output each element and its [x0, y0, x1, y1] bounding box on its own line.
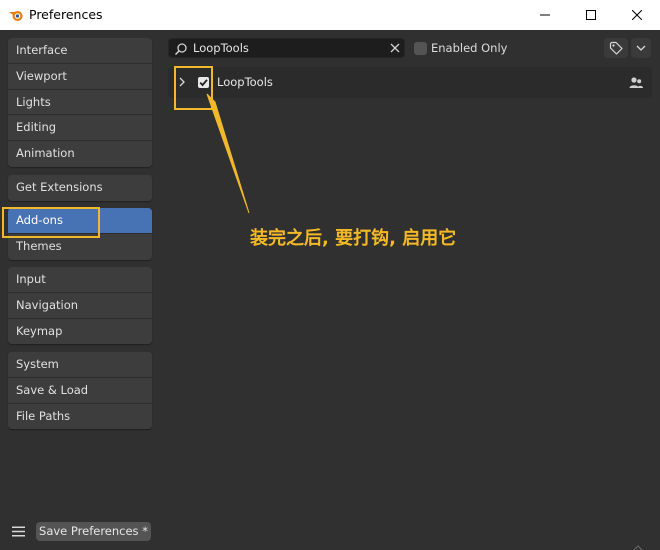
nav-group-extensions: Get Extensions	[8, 175, 152, 201]
maximize-button[interactable]	[568, 0, 614, 30]
enabled-only-label: Enabled Only	[431, 41, 508, 55]
chevron-down-icon	[636, 45, 646, 51]
nav-group-input: Input Navigation Keymap	[8, 267, 152, 345]
users-icon	[629, 77, 643, 88]
sidebar-item-save-load[interactable]: Save & Load	[8, 377, 152, 404]
close-icon[interactable]	[389, 42, 401, 54]
annotation-highlight-checkbox	[174, 66, 213, 110]
sidebar-item-viewport[interactable]: Viewport	[8, 63, 152, 90]
minimize-button[interactable]	[522, 0, 568, 30]
enabled-only-checkbox[interactable]	[414, 41, 427, 55]
sidebar-item-lights[interactable]: Lights	[8, 89, 152, 116]
preferences-menu-button[interactable]	[8, 522, 28, 541]
close-icon	[632, 10, 642, 20]
maximize-icon	[586, 10, 596, 20]
addon-name: LoopTools	[217, 75, 273, 89]
sidebar-item-file-paths[interactable]: File Paths	[8, 403, 152, 430]
hamburger-menu-icon	[11, 526, 25, 537]
nav-group-general: Interface Viewport Lights Editing Animat…	[8, 38, 152, 167]
sidebar-item-system[interactable]: System	[8, 352, 152, 378]
blender-logo-icon	[9, 11, 23, 21]
annotation-highlight-addons	[2, 207, 100, 238]
sidebar-item-input[interactable]: Input	[8, 267, 152, 293]
addon-row-looptools: LoopTools	[168, 67, 652, 98]
title-bar: Preferences	[0, 0, 660, 30]
sidebar-item-interface[interactable]: Interface	[8, 38, 152, 64]
tag-icon	[609, 41, 623, 55]
sidebar-item-editing[interactable]: Editing	[8, 115, 152, 142]
save-preferences-button[interactable]: Save Preferences *	[36, 522, 151, 541]
search-icon	[174, 43, 187, 56]
resize-grip-icon[interactable]	[632, 541, 644, 550]
filter-dropdown-button[interactable]	[631, 38, 651, 58]
annotation-note: 装完之后, 要打钩, 启用它	[250, 228, 457, 249]
sidebar-item-animation[interactable]: Animation	[8, 141, 152, 167]
minimize-icon	[540, 14, 550, 16]
sidebar-item-navigation[interactable]: Navigation	[8, 292, 152, 319]
search-input[interactable]	[193, 39, 383, 57]
close-window-button[interactable]	[614, 0, 660, 30]
sidebar-item-get-extensions[interactable]: Get Extensions	[8, 175, 152, 201]
enabled-only-toggle[interactable]: Enabled Only	[414, 41, 507, 55]
sidebar-item-keymap[interactable]: Keymap	[8, 318, 152, 345]
nav-group-system: System Save & Load File Paths	[8, 352, 152, 430]
tag-filter-button[interactable]	[604, 38, 628, 58]
addon-search-field[interactable]	[168, 38, 405, 58]
window-title: Preferences	[29, 7, 103, 22]
